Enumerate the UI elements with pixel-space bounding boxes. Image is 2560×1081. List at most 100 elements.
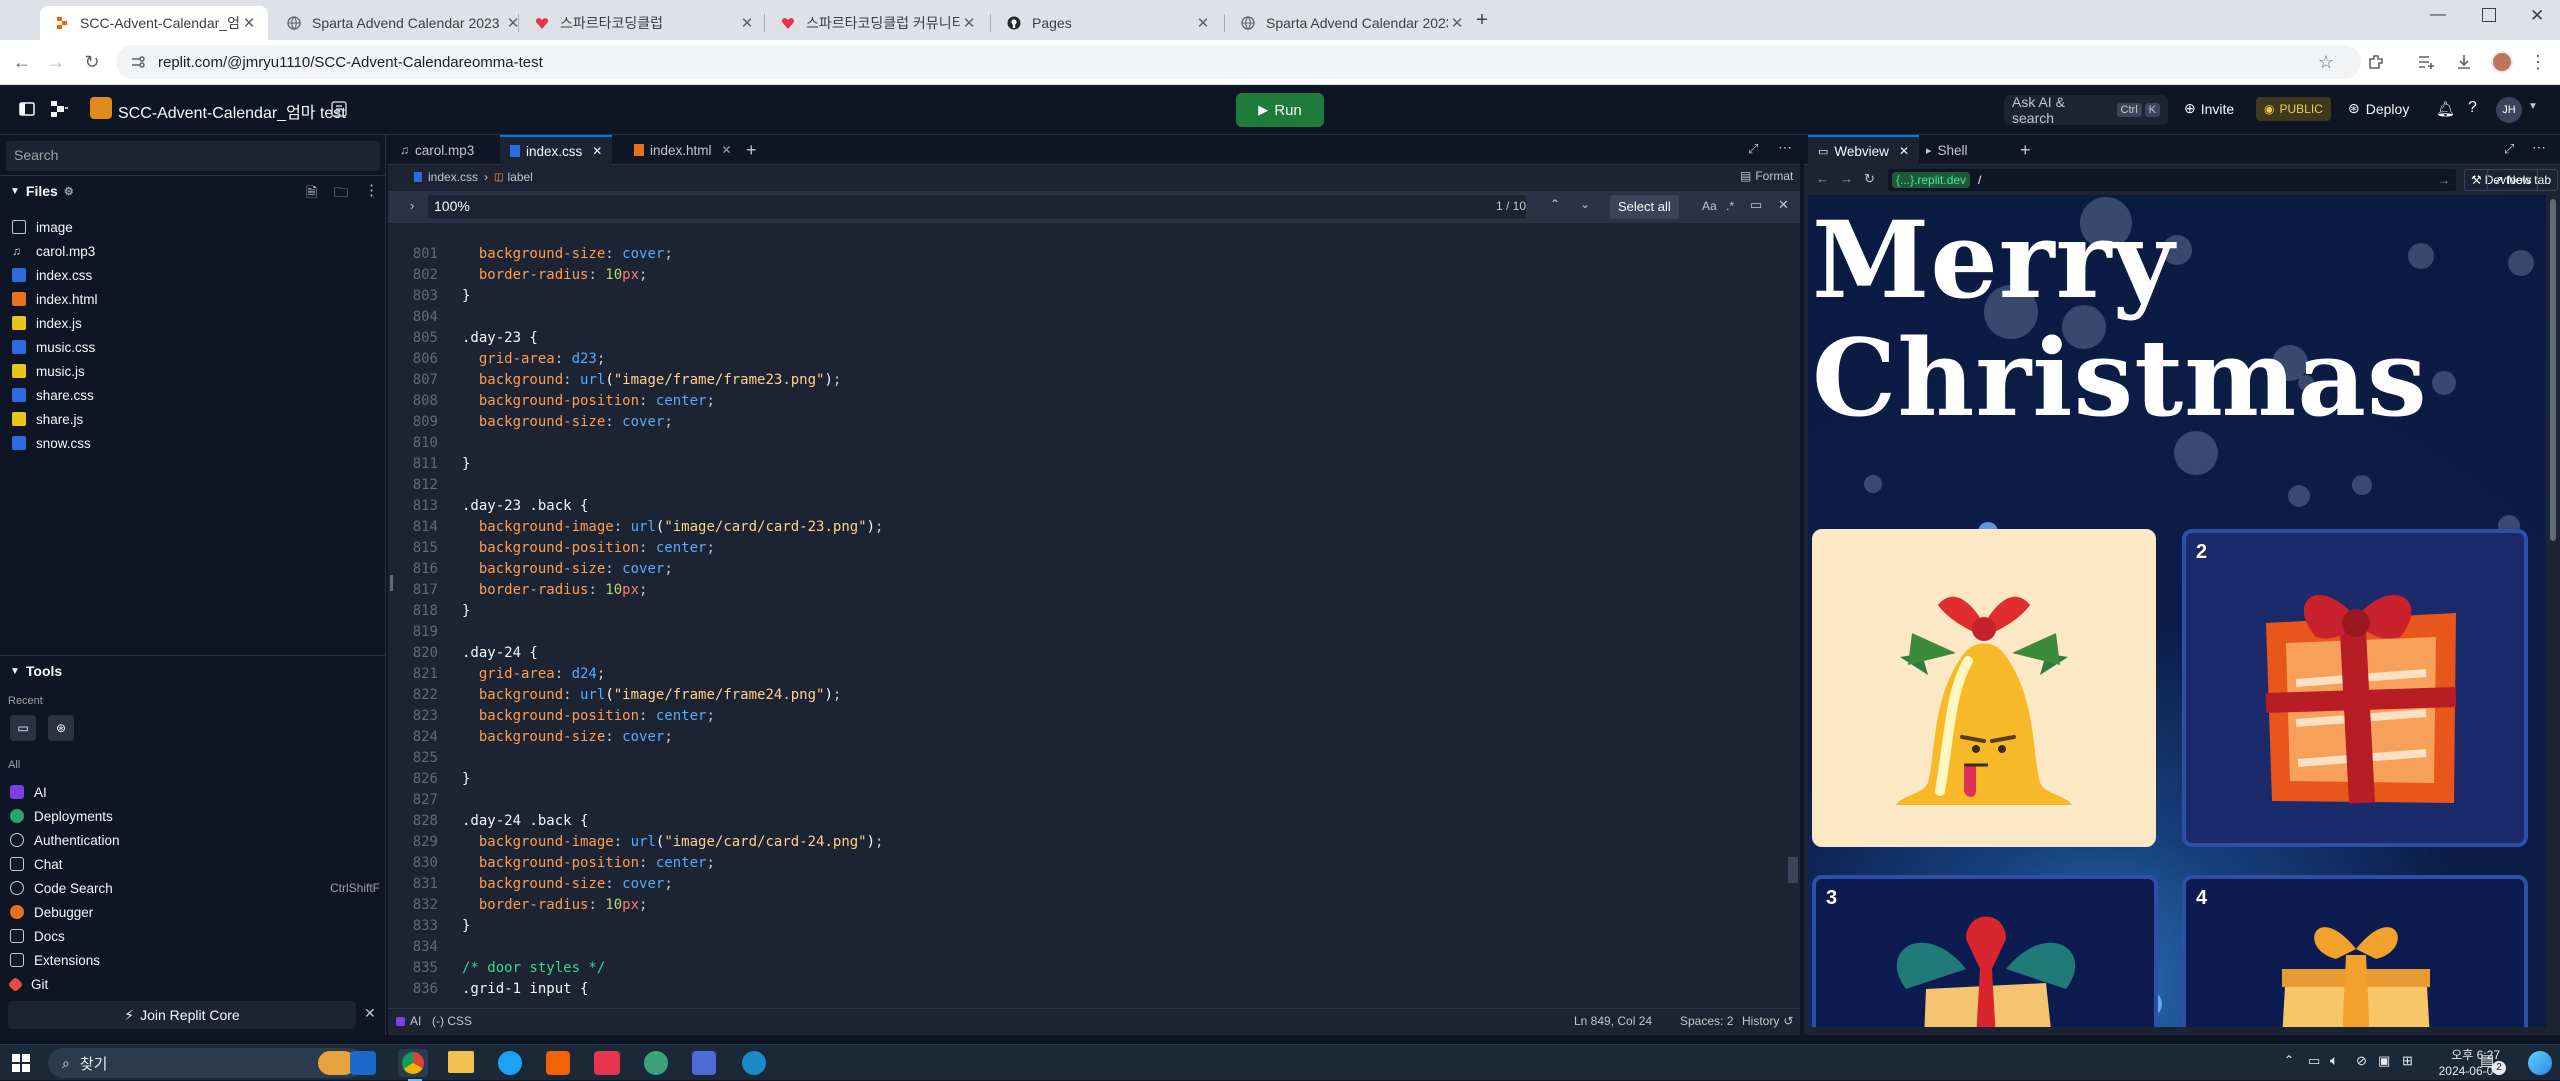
more-options-icon[interactable]: ⋯ [2532,139,2546,156]
breadcrumb-file[interactable]: index.css [428,170,478,184]
file-explorer-taskbar-icon[interactable] [448,1051,474,1073]
edge-taskbar-icon[interactable] [350,1051,376,1075]
file-item-snow-css[interactable]: snow.css [12,431,91,455]
match-case-toggle[interactable]: Aa [1702,199,1717,213]
code-line[interactable]: 828 .day-24 .back { [388,811,1788,832]
code-line[interactable]: 813 .day-23 .back { [388,496,1788,517]
minimize-icon[interactable]: — [2430,6,2446,24]
public-badge[interactable]: ◉ PUBLIC [2256,97,2331,121]
calendar-card-4[interactable]: 4 [2182,875,2528,1027]
close-icon[interactable]: ✕ [1194,14,1212,32]
forward-arrow-icon[interactable]: → [44,50,68,74]
reload-icon[interactable]: ↻ [1864,171,1875,187]
code-line[interactable]: 824 background-size: cover; [388,727,1788,748]
deploy-button[interactable]: ⊛ Deploy [2348,100,2409,117]
next-match-icon[interactable]: ⌄ [1580,197,1590,211]
code-line[interactable]: 825 [388,748,1788,769]
code-line[interactable]: 801 background-size: cover; [388,244,1788,265]
file-item-index-js[interactable]: index.js [12,311,82,335]
calendar-card-2[interactable]: 2 [2182,529,2528,847]
bookmark-star-icon[interactable]: ☆ [2314,50,2338,74]
code-line[interactable]: 835 /* door styles */ [388,958,1788,979]
code-line[interactable]: 821 grid-area: d24; [388,664,1788,685]
chevron-up-icon[interactable]: ⌃ [2284,1053,2294,1067]
webview-scrollbar[interactable] [2548,195,2558,1027]
tool-chat[interactable]: Chat [10,852,63,876]
file-item-share-css[interactable]: share.css [12,383,94,407]
close-icon[interactable]: ✕ [1778,197,1789,213]
go-arrow-icon[interactable]: → [2438,173,2450,187]
file-item-music-js[interactable]: music.js [12,359,85,383]
code-line[interactable]: 815 background-position: center; [388,538,1788,559]
recent-webview-button[interactable]: ▭ [10,715,36,741]
help-icon[interactable]: ? [2468,99,2477,117]
code-line[interactable]: 822 background: url("image/frame/frame24… [388,685,1788,706]
edge-dev-taskbar-icon[interactable] [742,1051,766,1075]
webview-url-bar[interactable]: {...}.replit.dev / → [1888,169,2456,191]
format-button[interactable]: ▤ Format [1740,169,1793,183]
download-icon[interactable] [2452,50,2476,74]
notes-taskbar-icon[interactable] [692,1051,716,1075]
tab-carol-mp3[interactable]: ♫ carol.mp3 [390,135,484,165]
file-item-index-html[interactable]: index.html [12,287,98,311]
breadcrumb-symbol[interactable]: label [507,170,532,184]
browser-menu-icon[interactable]: ⋮ [2526,50,2550,74]
browser-tab-pages[interactable]: Pages ✕ [992,6,1222,40]
tool-debugger[interactable]: Debugger [10,900,93,924]
chevron-down-icon[interactable]: ▼ [2528,101,2538,112]
tools-header[interactable]: ▼ Tools [10,663,62,679]
files-settings-icon[interactable]: ⚙ [64,185,74,198]
code-line[interactable]: 836 .grid-1 input { [388,979,1788,1000]
repl-name[interactable]: SCC-Advent-Calendar_엄마 test [118,99,346,123]
tab-index-html[interactable]: index.html ✕ [624,135,742,165]
user-avatar[interactable]: JH [2496,97,2522,123]
close-icon[interactable]: ✕ [960,14,978,32]
browser-tab-sparta-1[interactable]: Sparta Advend Calendar 2023 ✕ [272,6,532,40]
code-line[interactable]: 818} [388,601,1788,622]
sidebar-search-input[interactable]: Search [6,141,380,171]
tab-index-css[interactable]: index.css ✕ [500,135,613,165]
join-replit-core-button[interactable]: ⚡︎ Join Replit Core [8,1001,356,1029]
code-area[interactable]: 801 background-size: cover; 802 border-ra… [388,244,1788,1012]
status-language[interactable]: (-) CSS [432,1014,472,1028]
extensions-icon[interactable] [2364,50,2388,74]
maximize-icon[interactable]: ⤢ [2504,141,2514,157]
status-ai[interactable]: AI [396,1014,421,1028]
new-file-icon[interactable]: 🗎︎ [306,182,317,206]
code-line[interactable]: 806 grid-area: d23; [388,349,1788,370]
code-line[interactable]: 804 [388,307,1788,328]
code-line[interactable]: 817 border-radius: 10px; [388,580,1788,601]
tool-git[interactable]: Git [7,972,48,996]
new-folder-icon[interactable]: 🗀︎ [334,182,348,206]
back-arrow-icon[interactable]: ← [10,50,34,74]
restore-icon[interactable] [2482,8,2496,22]
display-icon[interactable]: ▣ [2378,1053,2390,1069]
tool-extensions[interactable]: Extensions [10,948,100,972]
window-close-icon[interactable]: ✕ [2530,6,2544,26]
notifications-bell-icon[interactable]: 🔔︎ [2436,100,2455,118]
reading-list-icon[interactable] [2414,50,2438,74]
status-history[interactable]: History ↺ [1742,1014,1793,1028]
code-line[interactable]: 814 background-image: url("image/card/ca… [388,517,1788,538]
code-line[interactable]: 803} [388,286,1788,307]
file-item-image[interactable]: image [12,215,73,239]
browser-tab-sparta-club[interactable]: 스파르타코딩클럽 ✕ [520,6,766,40]
copilot-icon[interactable] [2528,1051,2552,1075]
tab-shell[interactable]: ▸ Shell [1916,135,1978,165]
close-icon[interactable]: ✕ [240,14,258,32]
editor-scrollbar-thumb[interactable] [1788,857,1798,883]
code-line[interactable]: 811} [388,454,1788,475]
more-options-icon[interactable]: ⋯ [1778,139,1792,156]
code-line[interactable]: 826} [388,769,1788,790]
invite-button[interactable]: ⊕ Invite [2184,100,2234,117]
windows-start-icon[interactable] [12,1054,30,1072]
code-line[interactable]: 809 background-size: cover; [388,412,1788,433]
code-line[interactable]: 830 background-position: center; [388,853,1788,874]
browser-tab-sparta-community[interactable]: 스파르타코딩클럽 커뮤니티 | 2 ✕ [766,6,988,40]
code-line[interactable]: 831 background-size: cover; [388,874,1788,895]
calendar-card-3[interactable]: 3 [1812,875,2158,1027]
code-line[interactable]: 819 [388,622,1788,643]
mute-icon[interactable]: ⊘ [2356,1053,2367,1069]
tool-authentication[interactable]: Authentication [10,828,120,852]
network-icon[interactable]: ▭ [2308,1053,2320,1069]
